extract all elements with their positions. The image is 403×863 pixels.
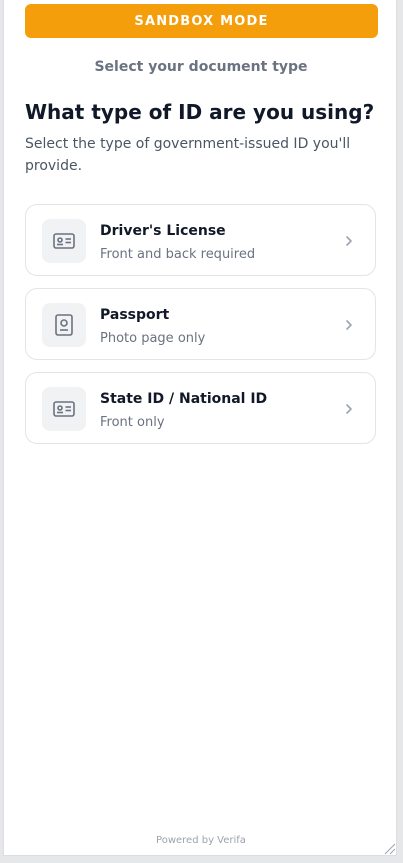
option-state-national-id[interactable]: State ID / National ID Front only <box>25 372 376 444</box>
option-drivers-license[interactable]: Driver's License Front and back required <box>25 204 376 276</box>
passport-icon <box>42 303 86 347</box>
id-card-icon <box>42 387 86 431</box>
option-title: State ID / National ID <box>100 391 268 407</box>
step-title: Select your document type <box>94 59 308 75</box>
page-subtitle: Select the type of government-issued ID … <box>25 136 351 174</box>
resize-handle-icon[interactable] <box>382 841 396 855</box>
sandbox-mode-label: SANDBOX MODE <box>134 13 269 29</box>
sandbox-mode-banner: SANDBOX MODE <box>25 4 378 38</box>
id-card-icon <box>42 219 86 263</box>
option-subtitle: Photo page only <box>100 331 206 346</box>
option-title: Driver's License <box>100 223 226 239</box>
chevron-right-icon <box>346 236 352 246</box>
option-subtitle: Front only <box>100 415 165 430</box>
option-subtitle: Front and back required <box>100 247 256 262</box>
powered-by-footer: Powered by Verifa <box>156 835 246 846</box>
chevron-right-icon <box>346 404 352 414</box>
option-passport[interactable]: Passport Photo page only <box>25 288 376 360</box>
chevron-right-icon <box>346 320 352 330</box>
option-title: Passport <box>100 307 170 323</box>
verification-widget: SANDBOX MODE Select your document type W… <box>3 0 397 856</box>
page-title: What type of ID are you using? <box>25 100 375 124</box>
